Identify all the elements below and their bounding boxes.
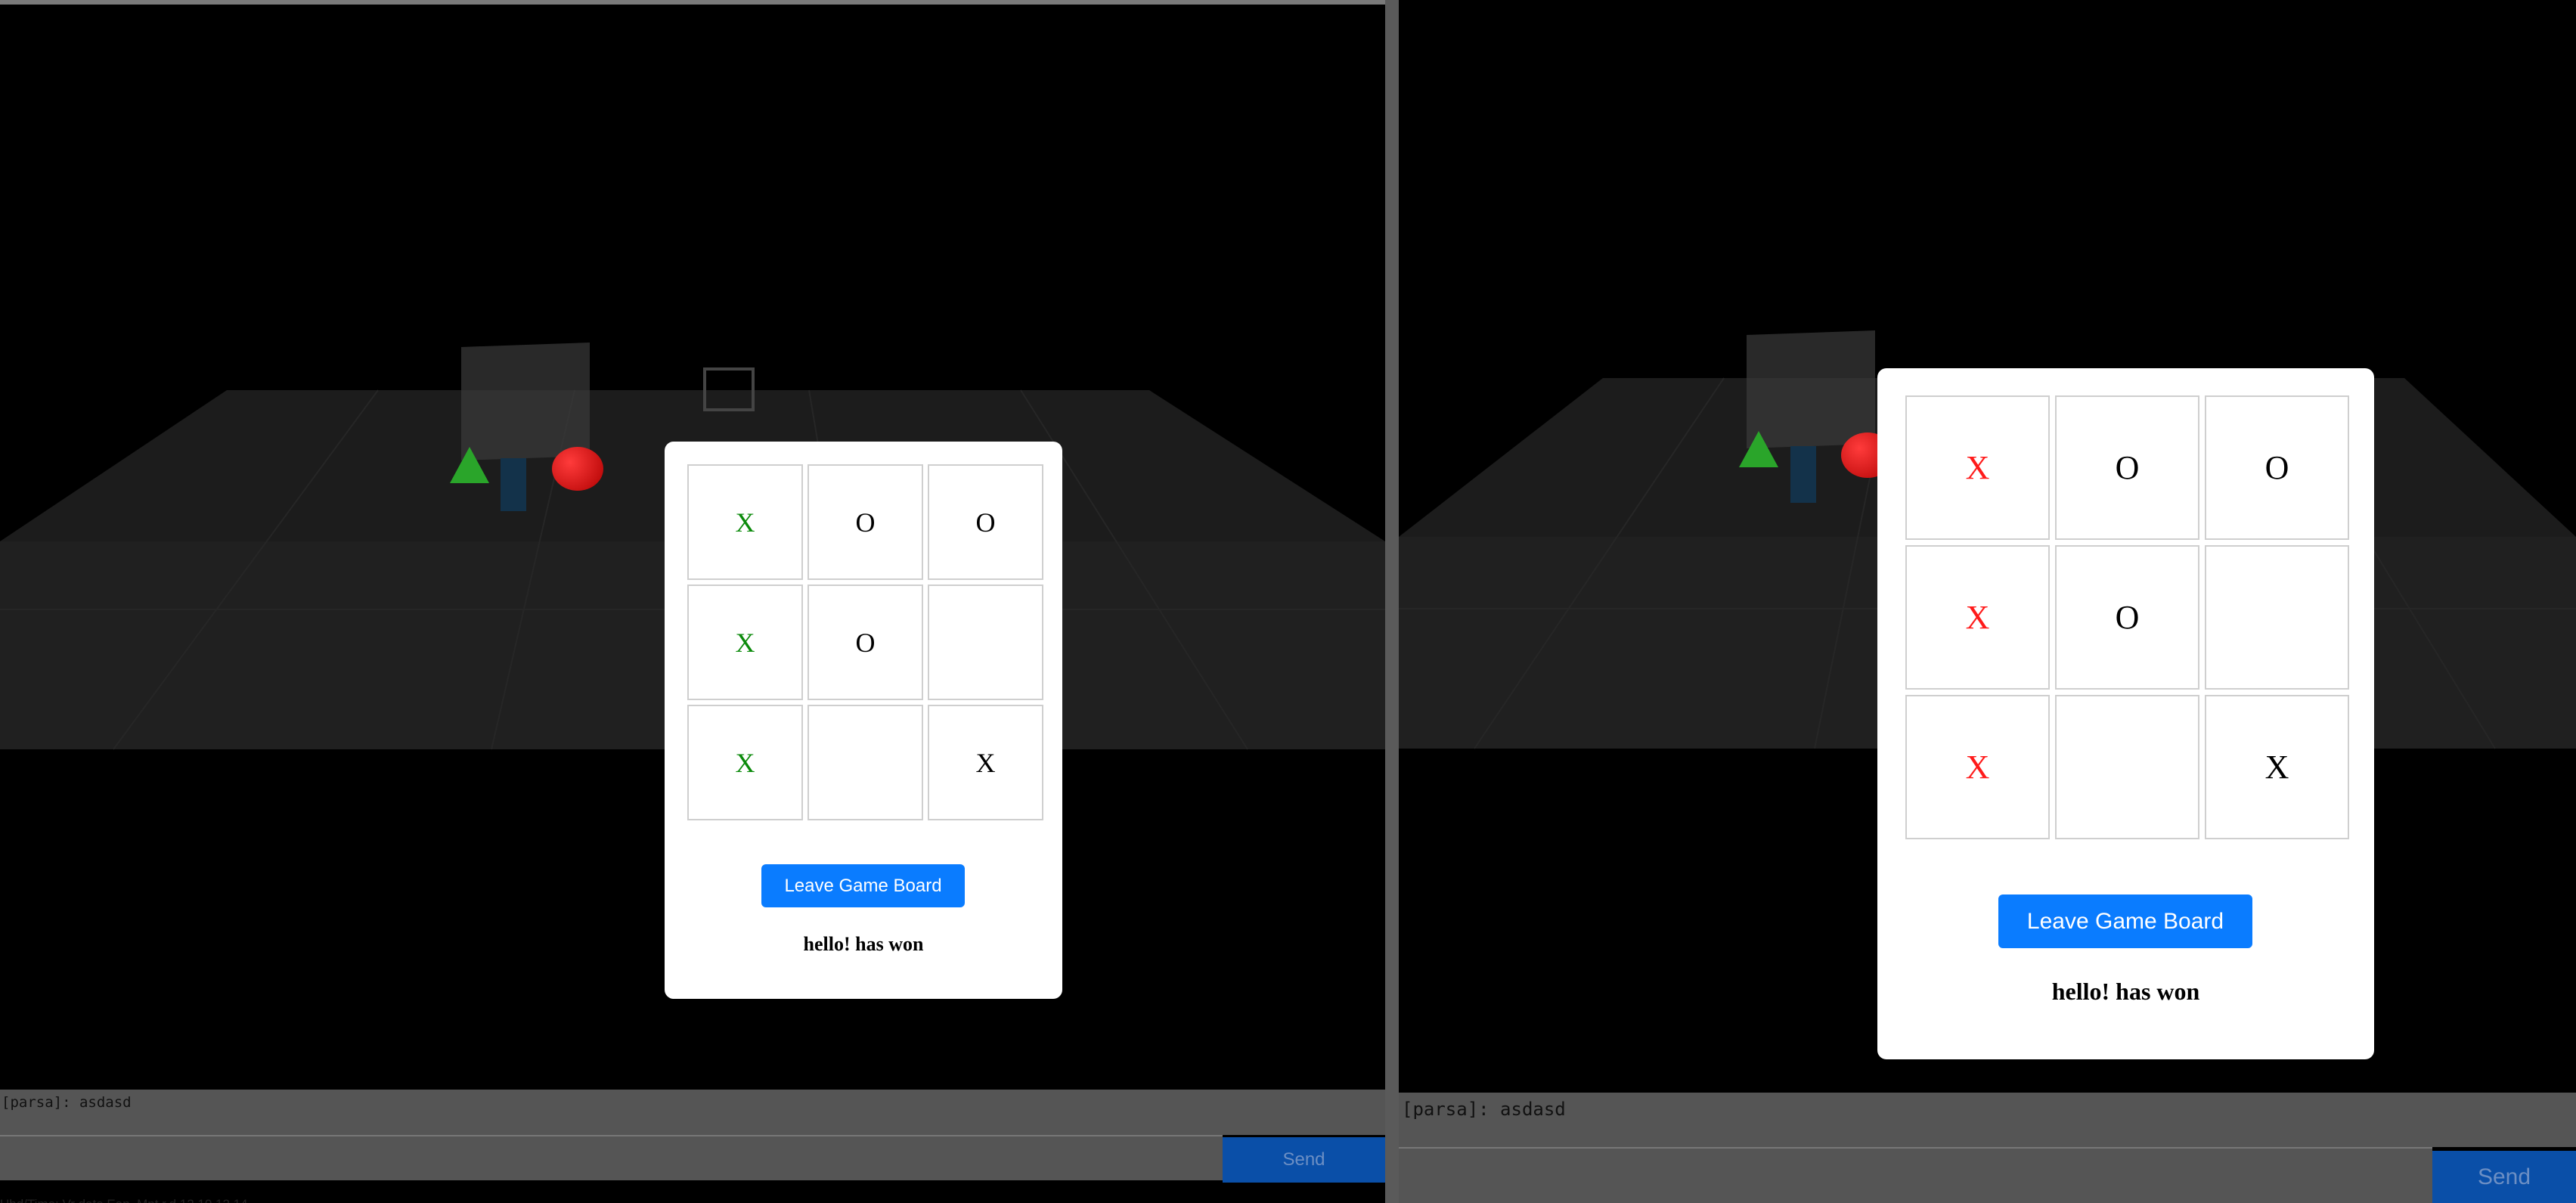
leave-game-board-button[interactable]: Leave Game Board <box>761 864 965 907</box>
right-game-view: XOOXOXX Leave Game Board hello! has won … <box>1399 0 2576 1203</box>
chat-message: [parsa]: asdasd <box>2 1094 132 1111</box>
board-cell-2-1[interactable] <box>2055 695 2199 839</box>
board-cell-2-0[interactable]: X <box>687 705 803 820</box>
board-cell-1-2[interactable] <box>2205 545 2349 690</box>
board-cell-1-0[interactable]: X <box>687 584 803 700</box>
board-cell-2-2[interactable]: X <box>2205 695 2349 839</box>
board-cell-2-2[interactable]: X <box>928 705 1043 820</box>
game-modal: XOOXOXX Leave Game Board hello! has won <box>665 442 1062 999</box>
scene-box-object <box>501 458 526 511</box>
chat-log: [parsa]: asdasd <box>0 1090 1385 1135</box>
scene-box-object <box>1790 446 1816 503</box>
win-message: hello! has won <box>2051 978 2200 1005</box>
tic-tac-toe-board: XOOXOXX <box>1905 395 2349 839</box>
left-game-view: XOOXOXX Leave Game Board hello! has won … <box>0 0 1385 1203</box>
board-cell-0-0[interactable]: X <box>1905 395 2050 540</box>
pane-divider <box>1385 0 1399 1203</box>
board-cell-2-1[interactable] <box>808 705 923 820</box>
board-cell-2-0[interactable]: X <box>1905 695 2050 839</box>
board-cell-1-0[interactable]: X <box>1905 545 2050 690</box>
scene-sphere-object <box>552 447 603 491</box>
tic-tac-toe-board: XOOXOXX <box>687 464 1043 820</box>
win-message: hello! has won <box>803 933 924 955</box>
scene-board-object <box>461 343 590 460</box>
scene-cone-object <box>1739 431 1778 467</box>
board-cell-0-2[interactable]: O <box>928 464 1043 580</box>
chat-message: [parsa]: asdasd <box>1402 1099 1566 1120</box>
board-cell-0-2[interactable]: O <box>2205 395 2349 540</box>
chat-input[interactable] <box>1399 1147 2432 1203</box>
footer-status: Uhd/Time: Vr date Ean. Mnt r.d 12 10 12 … <box>0 1197 248 1203</box>
send-button[interactable]: Send <box>2432 1151 2576 1203</box>
board-cell-1-1[interactable]: O <box>808 584 923 700</box>
board-cell-0-0[interactable]: X <box>687 464 803 580</box>
board-cell-0-1[interactable]: O <box>2055 395 2199 540</box>
leave-game-board-button[interactable]: Leave Game Board <box>1998 894 2252 948</box>
scene-cone-object <box>450 447 489 483</box>
game-modal: XOOXOXX Leave Game Board hello! has won <box>1877 368 2374 1059</box>
board-cell-1-2[interactable] <box>928 584 1043 700</box>
board-cell-0-1[interactable]: O <box>808 464 923 580</box>
send-button[interactable]: Send <box>1223 1137 1385 1183</box>
chat-input[interactable] <box>0 1135 1223 1180</box>
board-cell-1-1[interactable]: O <box>2055 545 2199 690</box>
scene-frame-object <box>703 367 755 411</box>
chat-log: [parsa]: asdasd <box>1399 1093 2576 1147</box>
